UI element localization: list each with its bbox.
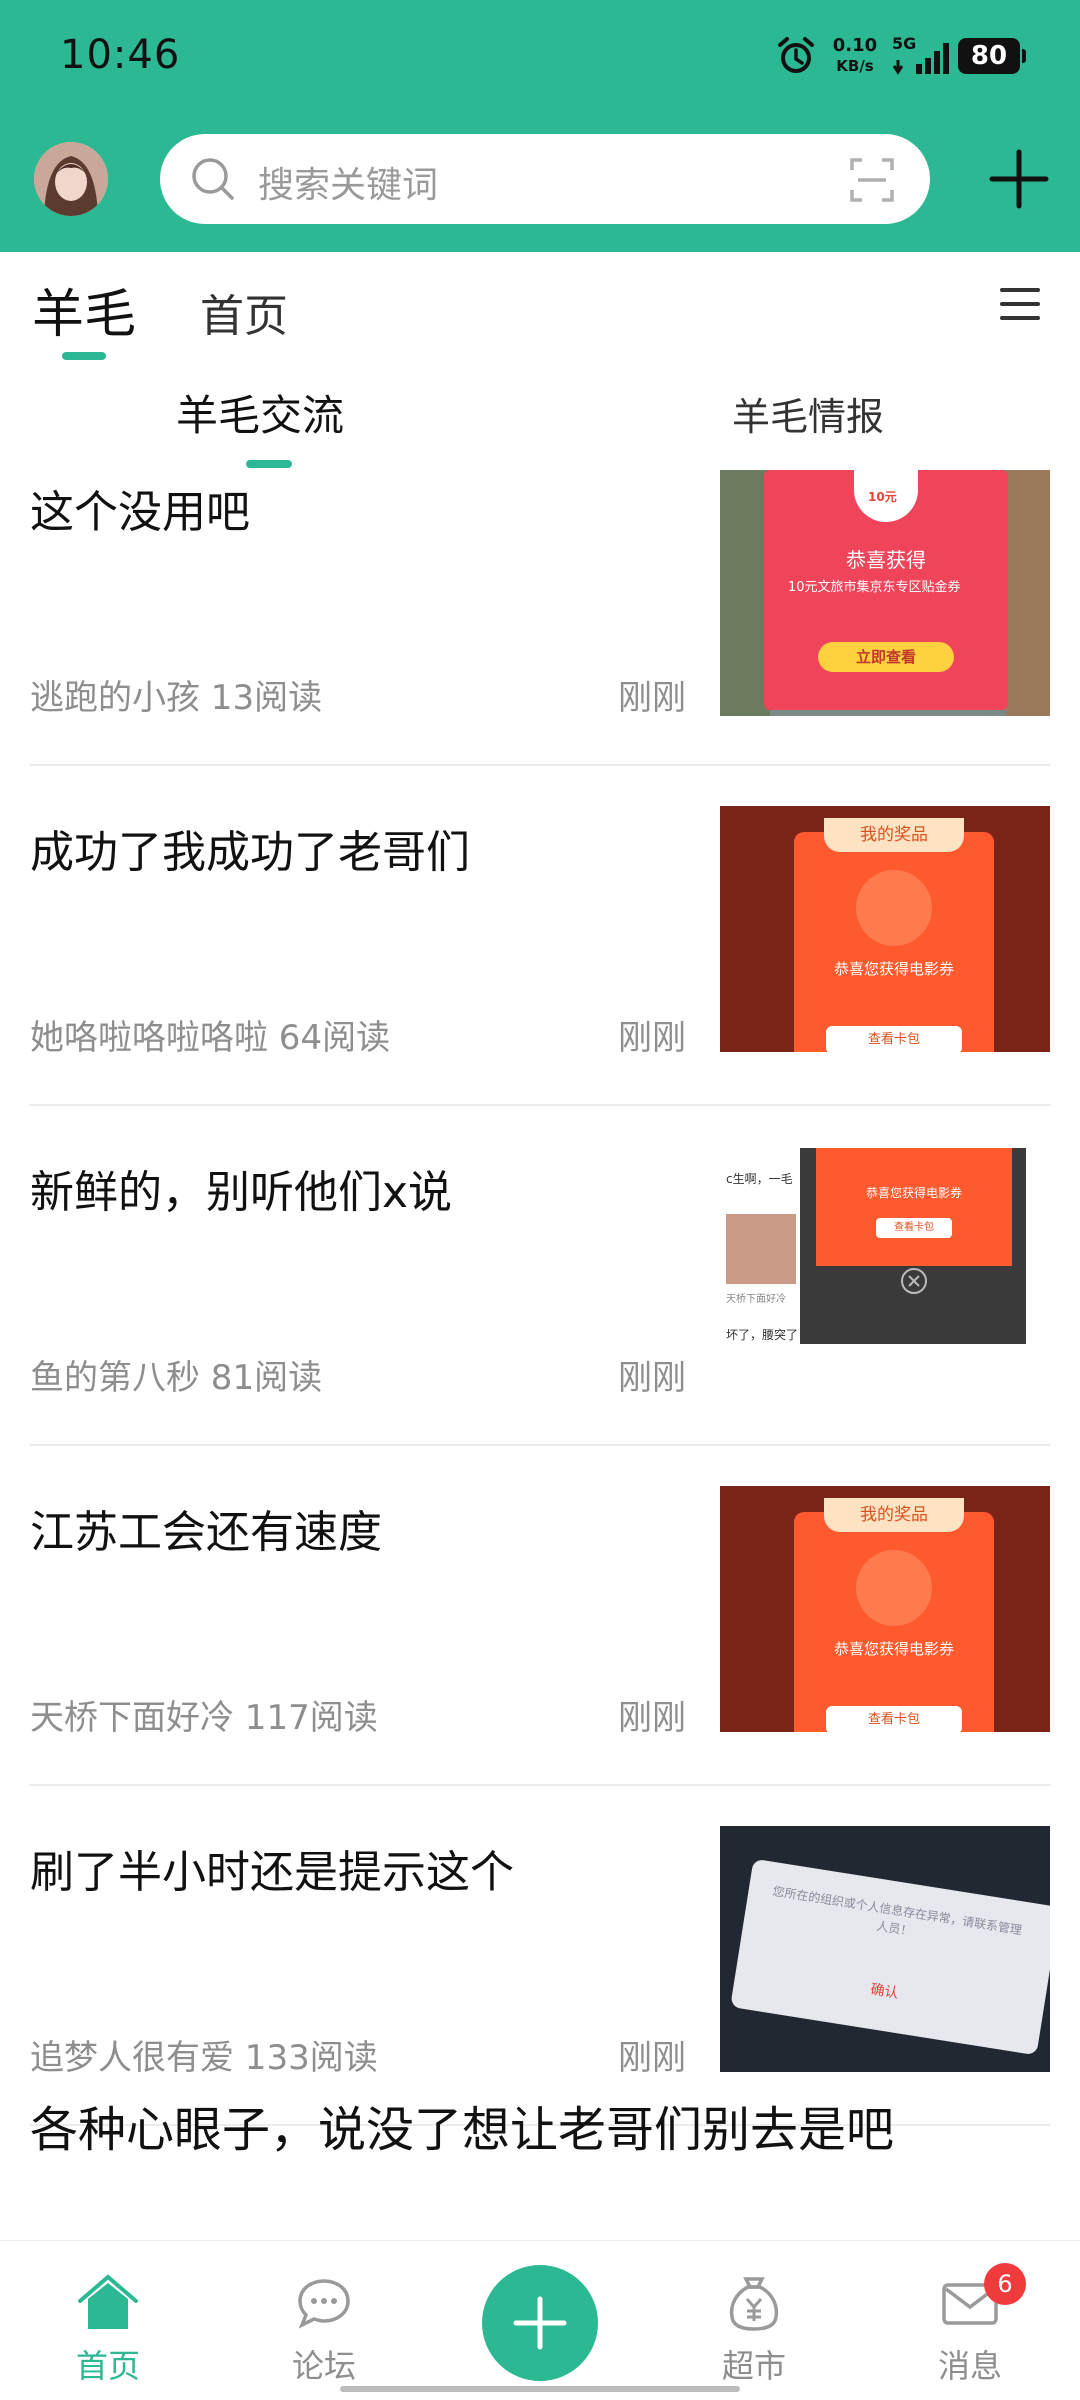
app-header: 10:46 0.10 KB/s 5G 80 搜索关键词 — [0, 0, 1080, 252]
prize-body: 恭喜您获得电影券 — [833, 1640, 954, 1658]
channel-tabs: 羊毛 首页 — [0, 252, 1080, 362]
post-thumbnail[interactable]: 您所在的组织或个人信息存在异常，请联系管理人员！ 确认 — [720, 1826, 1050, 2072]
chat-bubble-icon — [298, 2279, 350, 2329]
status-bar: 10:46 0.10 KB/s 5G 80 — [0, 0, 1080, 110]
search-placeholder: 搜索关键词 — [258, 165, 439, 206]
plus-icon — [513, 2296, 567, 2350]
post-thumbnail[interactable]: c生啊，一毛 天桥下面好冷 坏了，腰突了 恭喜您获得电影券 查看卡包 — [720, 1148, 1050, 1394]
user-avatar[interactable] — [34, 142, 108, 216]
thumb-bg-text: 天桥下面好冷 — [726, 1294, 786, 1305]
nav-messages-label: 消息 — [937, 2347, 1002, 2385]
prize-body: 恭喜您获得电影券 — [833, 960, 954, 978]
post-divider — [30, 1104, 1050, 1106]
gesture-bar[interactable] — [340, 2386, 740, 2392]
post-time: 刚刚 — [618, 2038, 686, 2078]
coupon-amount: 10元 — [868, 490, 897, 504]
dim-overlay: 恭喜您获得电影券 查看卡包 — [800, 1148, 1026, 1344]
money-bag-icon — [729, 2277, 779, 2331]
post-divider — [30, 764, 1050, 766]
prize-button: 查看卡包 — [826, 1706, 962, 1732]
error-dialog-text: 您所在的组织或个人信息存在异常，请联系管理人员！ — [771, 1884, 1023, 1939]
post-meta: 她咯啦咯啦咯啦 64阅读 — [30, 1018, 391, 1058]
subtab-news[interactable]: 羊毛情报 — [732, 386, 884, 441]
post-time: 刚刚 — [618, 1018, 686, 1058]
avatar-image — [34, 142, 108, 216]
post-title-partial[interactable]: 各种心眼子，说没了想让老哥们别去是吧 — [30, 2090, 894, 2160]
post-time: 刚刚 — [618, 1358, 686, 1398]
thumb-bg-right — [1006, 470, 1050, 716]
prize-heading: 我的奖品 — [824, 818, 964, 852]
unread-badge: 6 — [984, 2263, 1026, 2305]
post-time: 刚刚 — [618, 678, 686, 718]
prize-card: 恭喜您获得电影券 查看卡包 — [816, 1148, 1012, 1266]
prize-button: 查看卡包 — [826, 1026, 962, 1052]
search-icon — [192, 158, 234, 200]
post-item[interactable]: 这个没用吧 逃跑的小孩 13阅读 刚刚 10元 恭喜获得 10元文旅市集京东专区… — [0, 470, 1080, 808]
nav-forum-label: 论坛 — [291, 2347, 356, 2385]
network-speed: 0.10 KB/s — [830, 36, 880, 76]
subtab-exchange[interactable]: 羊毛交流 — [176, 382, 344, 443]
post-title[interactable]: 刷了半小时还是提示这个 — [30, 1836, 690, 1900]
post-item[interactable]: 新鲜的，别听他们x说 鱼的第八秒 81阅读 刚刚 c生啊，一毛 天桥下面好冷 坏… — [0, 1148, 1080, 1488]
active-subtab-indicator — [246, 460, 292, 468]
prize-card: 我的奖品 恭喜您获得电影券 查看卡包 — [794, 818, 994, 1052]
nav-home-label: 首页 — [75, 2347, 140, 2385]
prize-button: 查看卡包 — [876, 1218, 952, 1238]
wallet-icon — [856, 1550, 932, 1626]
tab-home[interactable]: 首页 — [200, 280, 288, 344]
post-thumbnail[interactable]: 10元 恭喜获得 10元文旅市集京东专区贴金券 立即查看 — [720, 470, 1050, 716]
error-dialog-button: 确认 — [869, 1981, 900, 2002]
active-tab-indicator — [62, 352, 106, 360]
post-item[interactable]: 江苏工会还有速度 天桥下面好冷 117阅读 刚刚 我的奖品 恭喜您获得电影券 查… — [0, 1486, 1080, 1828]
sub-tabs: 羊毛交流 羊毛情报 — [0, 370, 1080, 470]
bottom-navigation: 首页 论坛 超市 消息 6 — [0, 2240, 1080, 2400]
coupon-icon: 10元 — [854, 470, 918, 522]
nav-market-label: 超市 — [721, 2347, 786, 2385]
reward-popup: 10元 恭喜获得 10元文旅市集京东专区贴金券 立即查看 — [764, 470, 1008, 710]
thumb-bg-text: 坏了，腰突了 — [726, 1328, 799, 1342]
post-meta: 逃跑的小孩 13阅读 — [30, 678, 323, 718]
publish-button[interactable] — [482, 2265, 598, 2381]
search-input[interactable]: 搜索关键词 — [160, 134, 930, 224]
alarm-clock-icon — [778, 37, 814, 73]
signal-strength-icon — [892, 43, 949, 75]
post-title[interactable]: 新鲜的，别听他们x说 — [30, 1156, 690, 1220]
thumb-bg-text: c生啊，一毛 — [726, 1172, 793, 1186]
error-dialog-photo: 您所在的组织或个人信息存在异常，请联系管理人员！ 确认 — [730, 1858, 1050, 2056]
thumb-bg-left — [720, 470, 770, 716]
home-icon — [78, 2274, 138, 2329]
post-item[interactable]: 成功了我成功了老哥们 她咯啦咯啦咯啦 64阅读 刚刚 我的奖品 恭喜您获得电影券… — [0, 806, 1080, 1148]
post-meta: 追梦人很有爱 133阅读 — [30, 2038, 378, 2078]
network-speed-unit: KB/s — [836, 57, 874, 75]
post-meta: 鱼的第八秒 81阅读 — [30, 1358, 323, 1398]
nav-home[interactable]: 首页 — [48, 2271, 168, 2391]
thumb-bg-photo — [726, 1214, 796, 1284]
post-divider — [30, 1444, 1050, 1446]
prize-heading: 我的奖品 — [824, 1498, 964, 1532]
prize-card: 我的奖品 恭喜您获得电影券 查看卡包 — [794, 1498, 994, 1732]
tab-yangmao[interactable]: 羊毛 — [32, 272, 136, 347]
network-speed-value: 0.10 — [832, 35, 878, 56]
reward-heading: 恭喜获得 — [846, 548, 926, 572]
reward-body: 10元文旅市集京东专区贴金券 — [788, 580, 961, 595]
post-thumbnail[interactable]: 我的奖品 恭喜您获得电影券 查看卡包 — [720, 806, 1050, 1052]
nav-market[interactable]: 超市 — [694, 2271, 814, 2391]
scan-icon[interactable] — [850, 158, 894, 202]
close-icon — [901, 1268, 927, 1294]
menu-icon[interactable] — [998, 282, 1042, 326]
wallet-icon — [856, 870, 932, 946]
post-time: 刚刚 — [618, 1698, 686, 1738]
post-title[interactable]: 成功了我成功了老哥们 — [30, 816, 690, 880]
add-icon[interactable] — [988, 148, 1050, 210]
prize-body: 恭喜您获得电影券 — [865, 1186, 962, 1200]
post-title[interactable]: 江苏工会还有速度 — [30, 1496, 690, 1560]
nav-forum[interactable]: 论坛 — [264, 2271, 384, 2391]
post-divider — [30, 1784, 1050, 1786]
post-thumbnail[interactable]: 我的奖品 恭喜您获得电影券 查看卡包 — [720, 1486, 1050, 1732]
reward-button: 立即查看 — [818, 642, 954, 672]
status-time: 10:46 — [60, 32, 181, 78]
post-meta: 天桥下面好冷 117阅读 — [30, 1698, 378, 1738]
battery-indicator: 80 — [958, 38, 1026, 74]
post-title[interactable]: 这个没用吧 — [30, 476, 690, 540]
